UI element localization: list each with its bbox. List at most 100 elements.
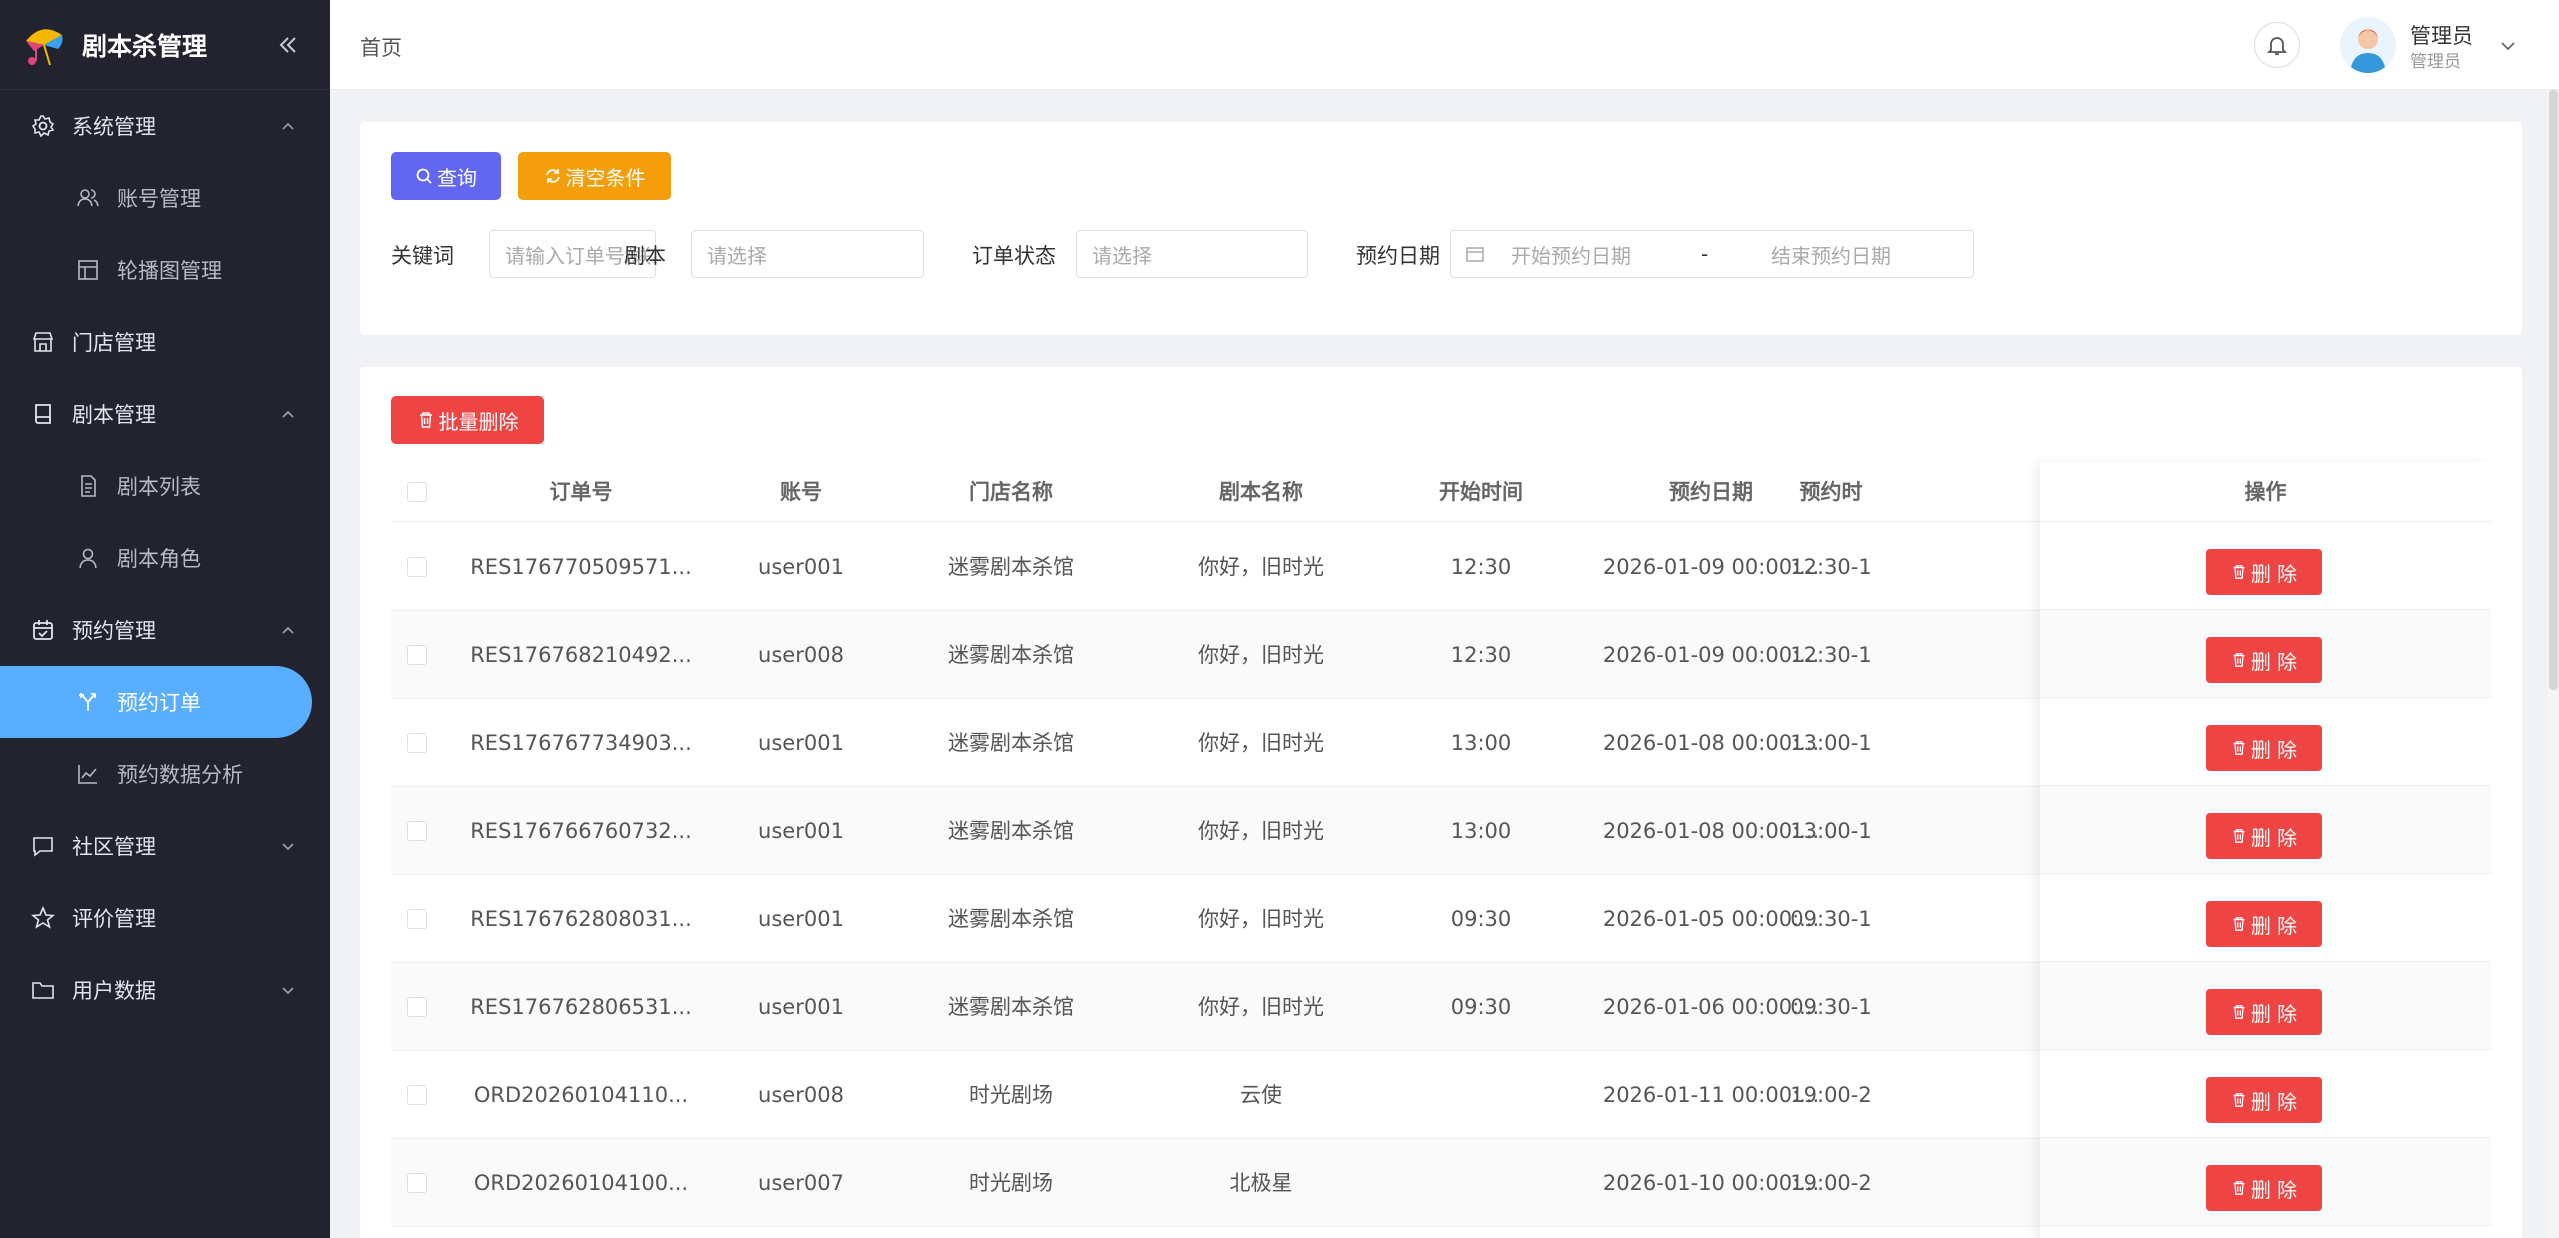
calendar-icon: [30, 617, 56, 643]
row-checkbox[interactable]: [407, 1085, 427, 1105]
query-button[interactable]: 查询: [391, 152, 501, 200]
cell-order-no: ORD20260104100...: [473, 1171, 689, 1195]
cell-order-no: RES176770509571...: [470, 555, 692, 579]
refresh-icon: [545, 169, 560, 183]
sidebar-item[interactable]: 评价管理: [0, 882, 330, 954]
row-checkbox[interactable]: [407, 733, 427, 753]
row-checkbox[interactable]: [407, 909, 427, 929]
row-checkbox[interactable]: [407, 557, 427, 577]
column-header[interactable]: 预约时: [1786, 462, 1876, 522]
trash-icon: [2233, 741, 2245, 755]
sidebar-item-label: 预约数据分析: [117, 763, 243, 787]
chat-icon: [30, 833, 56, 859]
gear-icon: [30, 113, 56, 139]
column-header[interactable]: 订单号: [461, 462, 701, 522]
sidebar-item-label: 轮播图管理: [117, 259, 222, 283]
cell-account: user008: [758, 1083, 844, 1107]
row-checkbox[interactable]: [407, 645, 427, 665]
cell-script: 你好，旧时光: [1198, 819, 1324, 843]
cell-start: 09:30: [1450, 995, 1512, 1019]
notification-button[interactable]: [2254, 22, 2300, 68]
delete-label: 删 除: [2250, 1001, 2298, 1026]
delete-button[interactable]: 删 除: [2206, 1077, 2322, 1123]
script-select[interactable]: 请选择: [691, 230, 924, 278]
chevron-up-icon: [282, 626, 294, 634]
clear-conditions-button[interactable]: 清空条件: [518, 152, 671, 200]
cell-order-no: ORD20260104110...: [473, 1083, 689, 1107]
sidebar-item[interactable]: 预约订单: [0, 666, 312, 738]
user-name[interactable]: 管理员: [2410, 20, 2473, 50]
cell-script: 你好，旧时光: [1198, 907, 1324, 931]
clear-label: 清空条件: [565, 165, 646, 190]
cell-store: 迷雾剧本杀馆: [948, 907, 1074, 931]
delete-button[interactable]: 删 除: [2206, 637, 2322, 683]
star-icon: [30, 905, 56, 931]
action-cell: 删 除: [2040, 874, 2491, 962]
avatar[interactable]: [2340, 17, 2396, 73]
logo-icon: [26, 28, 63, 65]
column-header[interactable]: 账号: [701, 462, 901, 522]
action-cell: 删 除: [2040, 962, 2491, 1050]
cell-account: user001: [758, 995, 844, 1019]
delete-label: 删 除: [2250, 1177, 2298, 1202]
sidebar-item[interactable]: 剧本管理: [0, 378, 330, 450]
cell-order-no: RES176767734903...: [470, 731, 692, 755]
date-label: 预约日期: [1356, 244, 1440, 268]
cell-script: 北极星: [1229, 1171, 1293, 1195]
sidebar-item[interactable]: 系统管理: [0, 90, 330, 162]
cell-time: 12:30-1: [1790, 643, 1872, 667]
sidebar: 剧本杀管理 系统管理 账号管理 轮播图管理 门店管理 剧本管理 剧本列表 剧本角色 预约管理预…: [0, 0, 330, 1238]
sidebar-item[interactable]: 用户数据: [0, 954, 330, 1026]
collapse-sidebar-icon[interactable]: [268, 25, 308, 65]
sidebar-item[interactable]: 剧本列表: [0, 450, 330, 522]
sidebar-item[interactable]: 轮播图管理: [0, 234, 330, 306]
cell-store: 迷雾剧本杀馆: [948, 819, 1074, 843]
row-checkbox[interactable]: [407, 997, 427, 1017]
cell-store: 迷雾剧本杀馆: [948, 643, 1074, 667]
select-all-checkbox[interactable]: [407, 482, 427, 502]
page-scroll-thumb[interactable]: [2549, 90, 2558, 690]
document-icon: [75, 473, 101, 499]
column-header[interactable]: 门店名称: [881, 462, 1141, 522]
status-select[interactable]: 请选择: [1076, 230, 1308, 278]
search-icon: [416, 168, 432, 184]
cell-time: 12:30-1: [1790, 555, 1872, 579]
date-range-picker[interactable]: 开始预约日期 - 结束预约日期: [1450, 230, 1974, 278]
sidebar-item[interactable]: 预约管理: [0, 594, 330, 666]
delete-button[interactable]: 删 除: [2206, 725, 2322, 771]
cell-order-no: RES176766760732...: [470, 819, 692, 843]
cell-order-no: RES176768210492...: [470, 643, 692, 667]
column-header[interactable]: 剧本名称: [1131, 462, 1391, 522]
cell-start: [1386, 1051, 1576, 1139]
sidebar-menu: 系统管理 账号管理轮播图管理门店管理 剧本管理 剧本列表 剧本角色 预约管理 预约订单预约数…: [0, 90, 330, 1026]
row-checkbox[interactable]: [407, 1173, 427, 1193]
status-placeholder: 请选择: [1092, 243, 1152, 268]
delete-button[interactable]: 删 除: [2206, 813, 2322, 859]
sidebar-item[interactable]: 账号管理: [0, 162, 330, 234]
delete-button[interactable]: 删 除: [2206, 549, 2322, 595]
app-title: 剧本杀管理: [82, 31, 208, 61]
start-date-placeholder[interactable]: 开始预约日期: [1511, 240, 1701, 269]
chevron-down-icon: [282, 843, 294, 851]
action-cell: 删 除: [2040, 786, 2491, 874]
row-checkbox[interactable]: [407, 821, 427, 841]
cell-start: 12:30: [1450, 555, 1512, 579]
column-header[interactable]: 开始时间: [1386, 462, 1576, 522]
cell-start: 13:00: [1450, 819, 1512, 843]
action-cell: 删 除: [2040, 610, 2491, 698]
top-header: 首页 管理员 管理员: [330, 0, 2559, 90]
sidebar-item[interactable]: 剧本角色: [0, 522, 330, 594]
delete-button[interactable]: 删 除: [2206, 901, 2322, 947]
cell-store: 时光剧场: [969, 1171, 1053, 1195]
batch-delete-button[interactable]: 批量删除: [391, 396, 544, 444]
delete-button[interactable]: 删 除: [2206, 1165, 2322, 1211]
cell-time: 09:30-1: [1790, 907, 1872, 931]
chevron-down-icon[interactable]: [2498, 36, 2518, 56]
sidebar-item[interactable]: 社区管理: [0, 810, 330, 882]
sidebar-item[interactable]: 预约数据分析: [0, 738, 330, 810]
end-date-placeholder[interactable]: 结束预约日期: [1771, 240, 1891, 269]
batch-delete-label: 批量删除: [438, 409, 519, 434]
sidebar-item[interactable]: 门店管理: [0, 306, 330, 378]
delete-button[interactable]: 删 除: [2206, 989, 2322, 1035]
breadcrumb[interactable]: 首页: [360, 32, 402, 62]
